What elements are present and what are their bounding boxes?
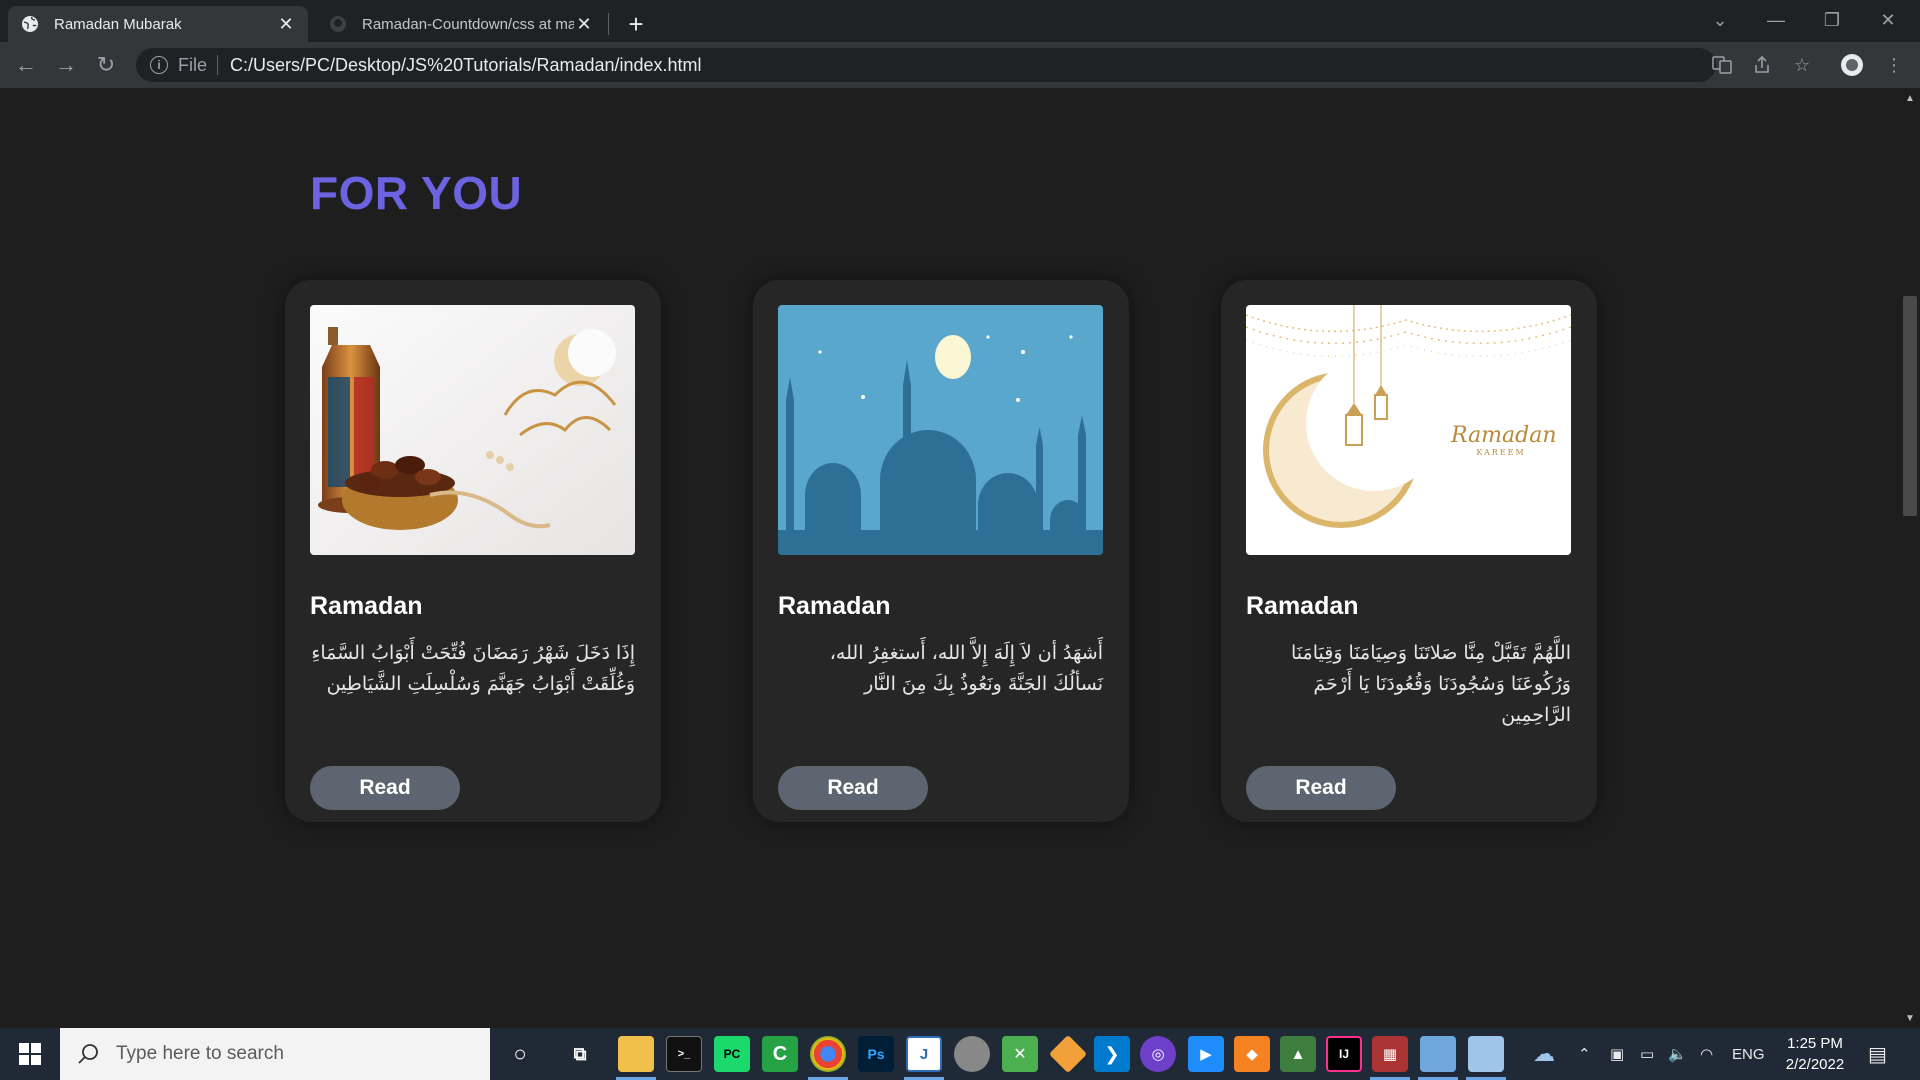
card-dua-text: أَشهَدُ أن لاَ إِلَهَ إِلاَّ الله، أَستغ… [829,642,1103,695]
camtasia-icon[interactable]: C [762,1036,798,1072]
card-1: Ramadan إِذَا دَخَلَ شَهْرُ رَمَضَانَ فُ… [285,280,661,822]
cortana-icon[interactable]: ○ [502,1036,538,1072]
git-icon[interactable] [1048,1034,1088,1074]
read-button[interactable]: Read [1246,766,1396,810]
globe-icon [20,14,40,34]
reload-icon[interactable]: ↻ [90,49,122,81]
address-divider [217,55,219,75]
forward-arrow-icon[interactable]: → [50,49,82,81]
graph-tool-icon[interactable]: ✕ [1002,1036,1038,1072]
terminal-icon[interactable]: >_ [666,1036,702,1072]
minimize-icon[interactable]: — [1748,0,1804,40]
language-indicator[interactable]: ENG [1732,1028,1765,1080]
close-tab-icon[interactable]: ✕ [276,14,296,34]
volume-icon[interactable]: 🔈 [1668,1028,1687,1080]
card-2: Ramadan أَشهَدُ أن لاَ إِلَهَ إِلاَّ الل… [753,280,1129,822]
address-bar[interactable]: i File C:/Users/PC/Desktop/JS%20Tutorial… [136,48,1716,82]
onedrive-cloud-icon[interactable]: ☁ [1526,1036,1562,1072]
read-button[interactable]: Read [310,766,460,810]
mosque-silhouette-image [778,305,1103,555]
notifications-icon[interactable]: ▤ [1868,1028,1887,1080]
clock-date: 2/2/2022 [1785,1056,1845,1073]
photoshop-icon[interactable]: Ps [858,1036,894,1072]
new-tab-plus-icon[interactable]: + [620,8,652,40]
profile-avatar[interactable] [1840,53,1864,77]
card-3: Ramadan KAREEM Ramadan اللَّهُمَّ تَقَبَ… [1221,280,1597,822]
share-icon[interactable] [1750,53,1774,77]
database-icon[interactable] [954,1036,990,1072]
task-view-icon[interactable]: ⧉ [562,1036,598,1072]
scheme-label: File [178,54,208,75]
scrollbar-thumb[interactable] [1903,296,1917,516]
tab-separator [608,13,609,35]
battery-icon[interactable]: ▭ [1640,1028,1654,1080]
crescent-lantern-image: Ramadan KAREEM [1246,305,1571,555]
github-icon [328,14,348,34]
section-title: FOR YOU [310,167,523,219]
close-tab-icon[interactable]: ✕ [574,14,594,34]
xampp-icon[interactable]: ◆ [1234,1036,1270,1072]
tab-github-ramadan-countdown[interactable]: Ramadan-Countdown/css at main ✕ [316,6,606,42]
snipping-tool-icon[interactable] [1468,1036,1504,1072]
url-text[interactable]: C:/Users/PC/Desktop/JS%20Tutorials/Ramad… [230,55,702,76]
vscode-icon[interactable]: ❯ [1094,1036,1130,1072]
windows-taskbar: Type here to search ○ ⧉ >_ PC C Ps J ✕ ❯… [0,1028,1920,1080]
close-window-icon[interactable]: ✕ [1860,0,1916,40]
tab-title: Ramadan Mubarak [54,15,182,33]
restore-icon[interactable]: ❐ [1804,0,1860,40]
windows-start-icon[interactable] [0,1028,60,1080]
intellij-icon[interactable]: IJ [1326,1036,1362,1072]
card-dua-text: اللَّهُمَّ تَقَبَّلْ مِنَّا صَلاتَنَا وَ… [1291,642,1571,726]
card-title: Ramadan [310,592,423,620]
info-icon[interactable]: i [150,56,168,74]
menu-kebab-icon[interactable]: ⋮ [1882,53,1906,77]
taskbar-clock[interactable]: 1:25 PM 2/2/2022 [1770,1033,1860,1075]
back-arrow-icon[interactable]: ← [10,49,42,81]
tab-ramadan-mubarak[interactable]: Ramadan Mubarak ✕ [8,6,308,42]
notepad-icon[interactable] [1420,1036,1456,1072]
card-title: Ramadan [778,592,891,620]
tab-title: Ramadan-Countdown/css at main [362,15,574,33]
meet-icon[interactable]: ▣ [1610,1028,1624,1080]
bookmark-star-icon[interactable]: ☆ [1790,53,1814,77]
scroll-up-arrow-icon[interactable]: ▲ [1904,92,1916,104]
jetbrains-toolbox-icon[interactable]: J [906,1036,942,1072]
page-content: FOR YOU Ramadan إِذَا دَخَلَ شَهْرُ رَمَ… [0,88,1900,1028]
file-explorer-icon[interactable] [618,1036,654,1072]
browser-tab-strip: Ramadan Mubarak ✕ Ramadan-Countdown/css … [0,0,1920,42]
browser-toolbar: ← → ↻ i File C:/Users/PC/Desktop/JS%20Tu… [0,42,1920,88]
translate-icon[interactable] [1710,53,1734,77]
winrar-icon[interactable]: ▦ [1372,1036,1408,1072]
scroll-down-arrow-icon[interactable]: ▼ [1904,1012,1916,1024]
zoom-icon[interactable]: ▶ [1188,1036,1224,1072]
ramadan-kareem-logo-text: Ramadan KAREEM [1451,423,1557,457]
read-button[interactable]: Read [778,766,928,810]
card-title: Ramadan [1246,592,1359,620]
search-icon [78,1044,98,1064]
chrome-icon[interactable] [810,1036,846,1072]
tray-chevron-icon[interactable]: ⌃ [1578,1028,1591,1080]
android-studio-icon[interactable]: ▲ [1280,1036,1316,1072]
taskbar-search-input[interactable]: Type here to search [60,1028,490,1080]
search-placeholder: Type here to search [116,1043,284,1064]
github-desktop-icon[interactable]: ◎ [1140,1036,1176,1072]
wifi-icon[interactable]: ◠ [1700,1028,1713,1080]
card-dua-text: إِذَا دَخَلَ شَهْرُ رَمَضَانَ فُتِّحَتْ … [311,642,635,695]
pycharm-icon[interactable]: PC [714,1036,750,1072]
lantern-dates-image [310,305,635,555]
clock-time: 1:25 PM [1787,1035,1843,1052]
tab-search-chevron-icon[interactable]: ⌄ [1692,0,1748,40]
page-scrollbar[interactable]: ▲ ▼ [1900,88,1920,1028]
